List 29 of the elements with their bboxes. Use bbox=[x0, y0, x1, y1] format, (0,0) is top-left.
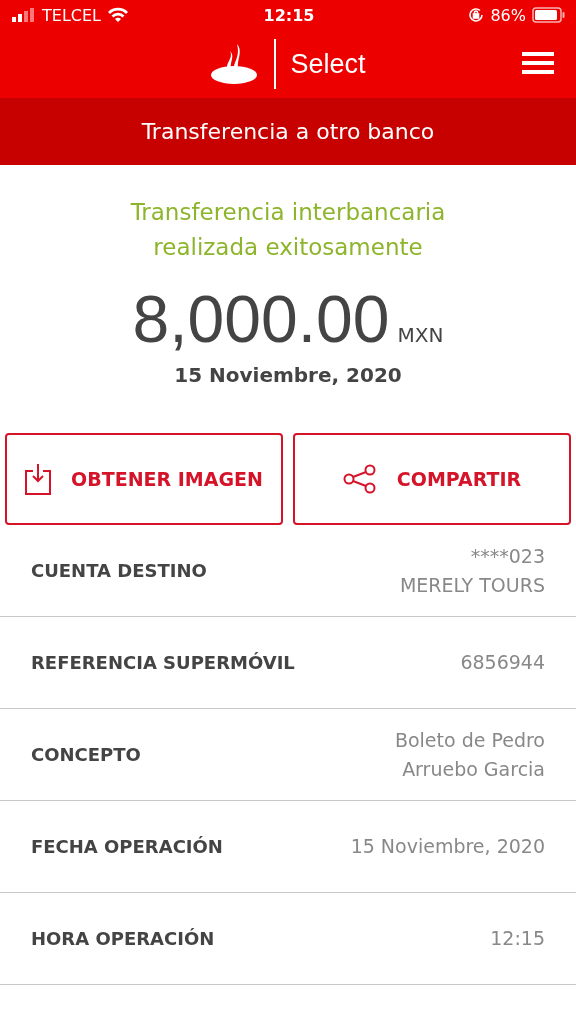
flame-logo-icon bbox=[210, 43, 259, 85]
wifi-icon bbox=[107, 7, 129, 23]
detail-value: Boleto de Pedro Arruebo Garcia bbox=[394, 727, 545, 782]
share-button[interactable]: COMPARTIR bbox=[293, 433, 571, 525]
share-icon bbox=[342, 464, 377, 494]
menu-button[interactable] bbox=[522, 52, 554, 77]
signal-icon bbox=[12, 8, 36, 22]
success-message: Transferencia interbancaria realizada exitosamente bbox=[129, 198, 447, 262]
brand-name: Select bbox=[274, 39, 366, 89]
carrier-name: TELCEL bbox=[42, 5, 101, 25]
currency: MXN bbox=[397, 323, 444, 347]
battery-percent: 86% bbox=[490, 5, 526, 25]
detail-label: CUENTA DESTINO bbox=[31, 560, 207, 581]
detail-value: 12:15 bbox=[490, 926, 545, 951]
detail-value: ****023 MERELY TOURS bbox=[399, 543, 545, 598]
transfer-date: 15 Noviembre, 2020 bbox=[173, 363, 403, 387]
download-icon bbox=[25, 463, 52, 495]
rotation-lock-icon bbox=[468, 7, 485, 23]
detail-label: FECHA OPERACIÓN bbox=[31, 836, 223, 857]
detail-value: 6856944 bbox=[460, 650, 545, 675]
detail-value: 15 Noviembre, 2020 bbox=[350, 834, 545, 859]
detail-label: HORA OPERACIÓN bbox=[31, 928, 215, 949]
detail-label: REFERENCIA SUPERMÓVIL bbox=[31, 652, 295, 673]
page-title: Transferencia a otro banco bbox=[0, 98, 576, 165]
amount: 8,000.00 bbox=[132, 281, 390, 357]
detail-label: CONCEPTO bbox=[31, 744, 141, 765]
download-image-button[interactable]: OBTENER IMAGEN bbox=[5, 433, 283, 525]
status-time: 12:15 bbox=[263, 5, 315, 25]
battery-icon bbox=[532, 7, 566, 23]
